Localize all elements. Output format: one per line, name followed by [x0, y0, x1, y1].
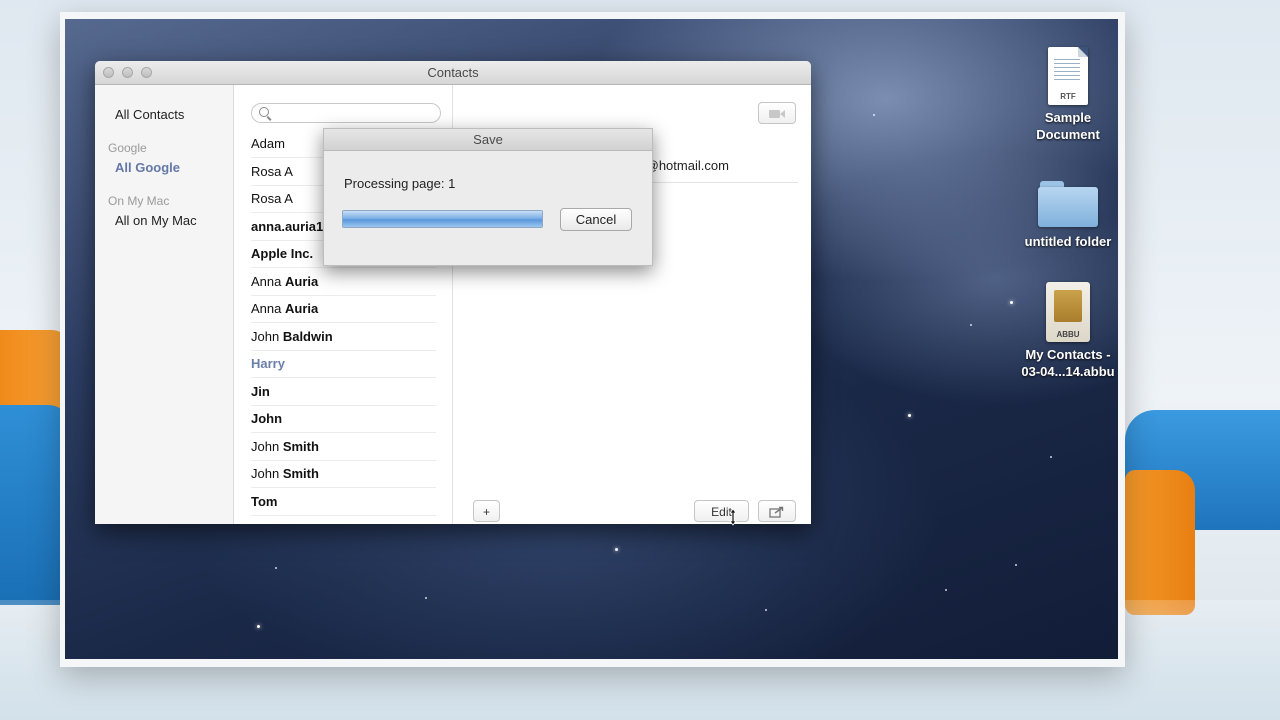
rtf-document-icon: RTF — [1048, 47, 1088, 105]
cancel-button[interactable]: Cancel — [560, 208, 632, 231]
contact-name: Rosa A — [251, 163, 293, 179]
backdrop-orange-chair-right — [1125, 470, 1195, 615]
contacts-window: Contacts All Contacts Google All Google … — [95, 61, 811, 524]
search-icon — [259, 107, 269, 117]
desktop-icon-my-contacts-abbu[interactable]: ABBU My Contacts - 03-04...14.abbu — [1013, 282, 1118, 380]
star — [873, 114, 875, 116]
contact-row[interactable]: Anna Auria — [251, 295, 436, 323]
window-titlebar[interactable]: Contacts — [95, 61, 811, 85]
contact-last-name: Auria — [285, 273, 319, 289]
star — [765, 609, 767, 611]
star — [425, 597, 427, 599]
contact-row[interactable]: Harry — [251, 350, 436, 378]
sheet-title: Save — [324, 129, 652, 151]
folder-icon — [1038, 177, 1098, 229]
contact-last-name: Smith — [282, 438, 319, 454]
desktop-icon-untitled-folder[interactable]: untitled folder — [1013, 177, 1118, 250]
video-camera-icon — [769, 110, 785, 118]
contact-row[interactable]: Anna Auria — [251, 268, 436, 296]
contact-name: Adam — [251, 136, 285, 151]
desktop-icon-sample-document[interactable]: RTF Sample Document — [1013, 47, 1118, 143]
star — [257, 625, 260, 628]
save-progress-sheet: Save Processing page: 1 Cancel — [323, 128, 653, 266]
contact-first-name: John — [251, 438, 280, 454]
sidebar-item-all-contacts[interactable]: All Contacts — [115, 107, 184, 122]
star — [1050, 456, 1052, 458]
desktop-icon-label: My Contacts - 03-04...14.abbu — [1021, 347, 1115, 379]
progress-bar — [342, 210, 543, 228]
sidebar-item-all-google[interactable]: All Google — [115, 160, 180, 175]
contact-name: Rosa A — [251, 191, 293, 206]
search-field[interactable] — [251, 103, 441, 123]
abbu-archive-icon: ABBU — [1046, 282, 1090, 342]
star — [970, 324, 972, 326]
contact-name: John — [251, 411, 283, 426]
monitor-frame: RTF Sample Document untitled folder ABBU… — [60, 12, 1125, 667]
window-title: Contacts — [427, 65, 479, 80]
close-button[interactable] — [103, 67, 114, 78]
desktop-icon-label: untitled folder — [1024, 234, 1112, 249]
edit-button[interactable]: Edit — [694, 500, 749, 522]
contact-row[interactable]: John Smith — [251, 433, 436, 461]
processing-message: Processing page: 1 — [344, 176, 456, 191]
groups-sidebar: All Contacts Google All Google On My Mac… — [95, 85, 234, 524]
contact-name: Jin — [251, 383, 270, 399]
contact-last-name: Auria — [285, 301, 319, 316]
contact-row[interactable]: Jin — [251, 378, 436, 406]
sidebar-group-google: Google — [108, 141, 147, 155]
contact-name: Apple Inc. — [251, 246, 314, 261]
sidebar-group-on-my-mac: On My Mac — [108, 194, 170, 208]
share-button[interactable] — [758, 500, 796, 522]
contact-name: Harry — [251, 356, 285, 371]
contact-last-name: Baldwin — [282, 328, 333, 344]
resize-cursor-icon — [729, 508, 737, 526]
contact-first-name: Anna — [251, 301, 282, 316]
contact-row[interactable]: John — [251, 405, 436, 433]
desktop: RTF Sample Document untitled folder ABBU… — [65, 19, 1118, 659]
star — [1015, 564, 1017, 566]
contact-first-name: John — [251, 466, 280, 481]
progress-bar-fill — [343, 211, 542, 227]
minimize-button[interactable] — [122, 67, 133, 78]
star — [275, 567, 277, 569]
sidebar-item-all-on-my-mac[interactable]: All on My Mac — [115, 213, 197, 228]
add-contact-button[interactable]: + — [473, 500, 500, 522]
zoom-button[interactable] — [141, 67, 152, 78]
contact-first-name: Anna — [251, 273, 282, 289]
star — [945, 589, 947, 591]
desktop-icon-label: Sample Document — [1036, 110, 1100, 142]
contact-last-name: Smith — [282, 466, 319, 481]
facetime-button[interactable] — [758, 102, 796, 124]
star — [908, 414, 911, 417]
contact-name: Tom — [251, 493, 278, 509]
contact-first-name: John — [251, 328, 280, 344]
contact-row[interactable]: Tom — [251, 488, 436, 516]
star — [615, 548, 618, 551]
contact-row[interactable]: John Baldwin — [251, 323, 436, 351]
share-icon — [769, 506, 784, 518]
contact-row[interactable]: John Smith — [251, 460, 436, 488]
